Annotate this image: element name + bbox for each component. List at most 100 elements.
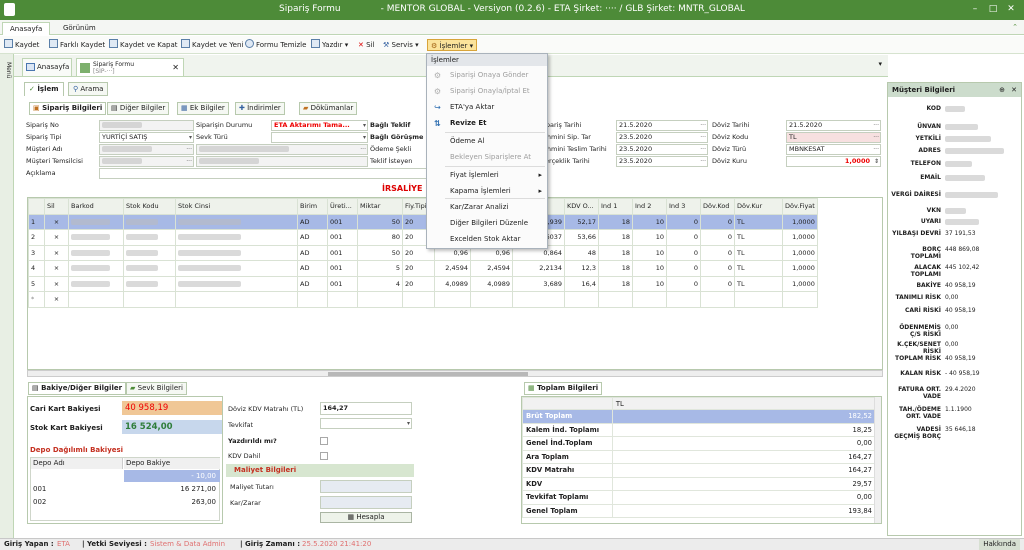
musteri-kod-field[interactable]: ··· bbox=[99, 144, 194, 155]
grid-cell[interactable]: 20 bbox=[402, 260, 435, 277]
grid-cell[interactable]: 001 bbox=[327, 213, 358, 230]
grid-cell[interactable]: 18 bbox=[598, 275, 633, 292]
pin-icon[interactable]: ⊕ bbox=[999, 83, 1005, 97]
grid-cell[interactable]: × bbox=[44, 291, 69, 308]
grid-cell[interactable]: 0 bbox=[700, 260, 735, 277]
menu-item-kapama-i-lemleri[interactable]: Kapama İşlemleri ▸ bbox=[428, 185, 547, 198]
toplam-scrollbar[interactable] bbox=[874, 397, 881, 523]
durum-select[interactable]: ETA Aktarımı Tama... ▾ bbox=[271, 120, 368, 131]
grid-cell[interactable]: 001 bbox=[327, 260, 358, 277]
grid-cell[interactable]: 0 bbox=[700, 213, 735, 230]
grid-cell[interactable] bbox=[512, 291, 565, 308]
grid-cell[interactable]: 18 bbox=[598, 213, 633, 230]
grid-col-header[interactable]: Döv.Kur bbox=[734, 198, 783, 215]
masked-cell[interactable] bbox=[123, 260, 176, 277]
siparis-tipi-select[interactable]: YURTİÇİ SATIŞ ▾ bbox=[99, 132, 194, 143]
menu-item-deme-al[interactable]: Ödeme Al bbox=[428, 135, 547, 148]
islemler-button[interactable]: ⚙ İşlemler ▾ bbox=[427, 39, 478, 51]
grid-cell[interactable]: TL bbox=[734, 275, 783, 292]
grid-cell[interactable] bbox=[123, 291, 176, 308]
grid-cell[interactable]: 4 bbox=[28, 260, 45, 277]
new-row[interactable]: * × bbox=[28, 291, 818, 308]
grid-cell[interactable]: 20 bbox=[402, 275, 435, 292]
grid-cell[interactable]: 18 bbox=[598, 244, 633, 261]
save-as-button[interactable]: Farklı Kaydet bbox=[49, 39, 105, 51]
depo-row-value[interactable]: - 10,00 bbox=[124, 470, 220, 482]
table-row[interactable]: 4 × AD 001 5 20 2,4594 2,4594 2,2134 12,3 18 10 0 0 TL… bbox=[28, 260, 818, 277]
grid-cell[interactable]: 5 bbox=[357, 260, 403, 277]
musteri-adi-field[interactable]: ··· bbox=[196, 144, 368, 155]
maximize-icon[interactable]: □ bbox=[986, 3, 1000, 16]
toplam-row[interactable]: Brüt Toplam 182,52 bbox=[522, 409, 877, 424]
menu-item-eta-ya-aktar[interactable]: ↪ ETA'ya Aktar bbox=[428, 101, 547, 114]
depo-row-name[interactable]: 002 bbox=[33, 498, 46, 506]
menu-item-fiyat-i-lemleri[interactable]: Fiyat İşlemleri ▸ bbox=[428, 169, 547, 182]
menu-item-revize-et[interactable]: ⇅ Revize Et bbox=[428, 117, 547, 130]
toplam-row[interactable]: Tevkifat Toplamı 0,00 bbox=[522, 490, 877, 505]
depo-row-name[interactable]: 001 bbox=[33, 485, 46, 493]
masked-cell[interactable] bbox=[175, 275, 298, 292]
grid-cell[interactable]: 1,0000 bbox=[782, 244, 818, 261]
minimize-icon[interactable]: – bbox=[968, 3, 982, 16]
grid-cell[interactable]: 1,0000 bbox=[782, 275, 818, 292]
tabs-dropdown-icon[interactable]: ▾ bbox=[878, 60, 882, 68]
close-icon[interactable]: ✕ bbox=[1004, 3, 1018, 16]
temsilci-kod-field[interactable]: ··· bbox=[99, 156, 194, 167]
grid-cell[interactable] bbox=[175, 291, 298, 308]
siparis-no-field[interactable] bbox=[99, 120, 194, 131]
grid-cell[interactable]: 10 bbox=[632, 229, 667, 246]
menu-item-di-er-bilgileri-d-zenle[interactable]: Diğer Bilgileri Düzenle bbox=[428, 217, 547, 230]
doc-tab-anasayfa[interactable]: Anasayfa bbox=[22, 58, 72, 77]
grid-cell[interactable] bbox=[470, 291, 513, 308]
menu-item-sipari-i-onayla-i-ptal-et[interactable]: ⚙ Siparişi Onayla/İptal Et bbox=[428, 85, 547, 98]
delete-row-icon[interactable]: × bbox=[44, 213, 69, 230]
doviz-tarihi-field[interactable]: 21.5.2020 ··· bbox=[786, 120, 881, 131]
grid-cell[interactable]: 50 bbox=[357, 213, 403, 230]
menu-item-bekleyen-sipari-lere-at[interactable]: Bekleyen Siparişlere At bbox=[428, 151, 547, 164]
grid-cell[interactable]: TL bbox=[734, 213, 783, 230]
siparis-tarihi-field[interactable]: 21.5.2020 ··· bbox=[616, 120, 708, 131]
service-button[interactable]: ⚒ Servis ▾ bbox=[383, 39, 419, 51]
toplam-row[interactable]: Genel Toplam 193,84 bbox=[522, 503, 877, 518]
grid-cell[interactable]: 80 bbox=[357, 229, 403, 246]
grid-cell[interactable]: AD bbox=[297, 213, 328, 230]
grid-cell[interactable]: 1 bbox=[28, 213, 45, 230]
grid-cell[interactable]: TL bbox=[734, 244, 783, 261]
hesapla-button[interactable]: ▦ Hesapla bbox=[320, 512, 412, 523]
toplam-row[interactable]: KDV Matrahı 164,27 bbox=[522, 463, 877, 478]
grid-cell[interactable]: 0 bbox=[666, 260, 701, 277]
grid-cell[interactable]: 3,689 bbox=[512, 275, 565, 292]
grid-cell[interactable] bbox=[297, 291, 328, 308]
grid-col-header[interactable]: Stok Kodu bbox=[123, 198, 176, 215]
grid-cell[interactable] bbox=[598, 291, 633, 308]
masked-cell[interactable] bbox=[68, 260, 124, 277]
tab-sevk[interactable]: ▰ Sevk Bilgileri bbox=[126, 382, 187, 395]
tab-toplam[interactable]: ▦ Toplam Bilgileri bbox=[524, 382, 603, 395]
tahmini-sip-field[interactable]: 23.5.2020 ··· bbox=[616, 132, 708, 143]
collapse-ribbon-icon[interactable]: ⌃ bbox=[1012, 23, 1018, 31]
grid-cell[interactable] bbox=[666, 291, 701, 308]
grid-cell[interactable]: 48 bbox=[564, 244, 599, 261]
depo-row-value[interactable]: 16 271,00 bbox=[124, 485, 220, 493]
aciklama-field[interactable] bbox=[99, 168, 449, 179]
tahmini-teslim-field[interactable]: 23.5.2020 ··· bbox=[616, 144, 708, 155]
grid-cell[interactable]: 3 bbox=[28, 244, 45, 261]
hakkinda-button[interactable]: Hakkında bbox=[979, 539, 1020, 550]
grid-cell[interactable]: 18 bbox=[598, 260, 633, 277]
clear-form-button[interactable]: Formu Temizle bbox=[245, 39, 306, 51]
gerceklik-field[interactable]: 23.5.2020 ··· bbox=[616, 156, 708, 167]
grid-cell[interactable]: AD bbox=[297, 244, 328, 261]
grid-col-header[interactable]: Döv.Fiyat bbox=[782, 198, 818, 215]
toplam-row[interactable]: Ara Toplam 164,27 bbox=[522, 449, 877, 464]
temsilci-adi-field[interactable] bbox=[196, 156, 368, 167]
grid-cell[interactable] bbox=[357, 291, 403, 308]
tab-arama[interactable]: ⚲ Arama bbox=[68, 82, 109, 96]
grid-cell[interactable]: 53,66 bbox=[564, 229, 599, 246]
delete-row-icon[interactable]: × bbox=[44, 244, 69, 261]
grid-cell[interactable]: AD bbox=[297, 260, 328, 277]
masked-cell[interactable] bbox=[175, 229, 298, 246]
masked-cell[interactable] bbox=[175, 260, 298, 277]
masked-cell[interactable] bbox=[123, 229, 176, 246]
grid-cell[interactable] bbox=[564, 291, 599, 308]
save-close-button[interactable]: Kaydet ve Kapat bbox=[109, 39, 178, 51]
